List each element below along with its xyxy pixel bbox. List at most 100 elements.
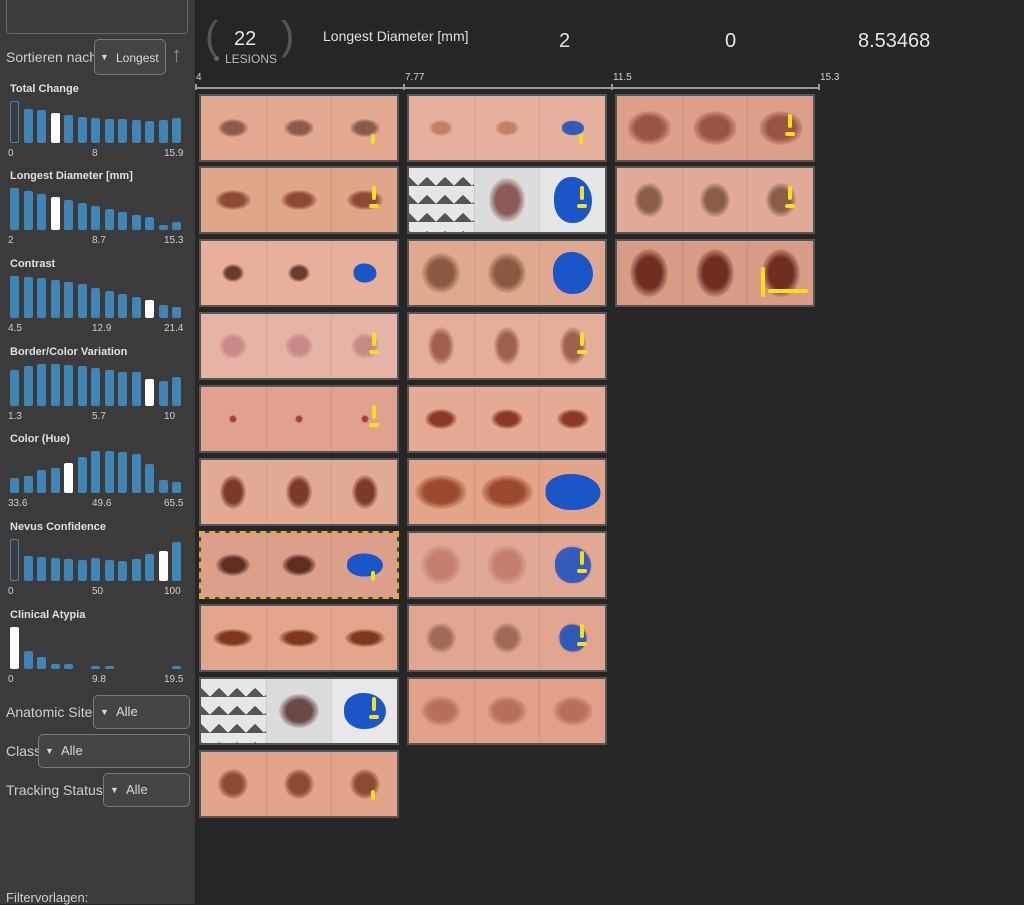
histogram-bar[interactable] — [104, 119, 114, 143]
histogram-bar[interactable] — [37, 657, 46, 669]
lesion-card[interactable] — [199, 458, 399, 526]
histogram-bar[interactable] — [104, 451, 114, 493]
histogram-bar[interactable] — [145, 217, 154, 230]
lesion-card[interactable] — [199, 312, 399, 380]
histogram-bar[interactable] — [158, 305, 168, 318]
histogram-bar[interactable] — [172, 482, 181, 493]
lesion-card[interactable] — [407, 604, 607, 672]
histogram-bars[interactable] — [10, 188, 186, 230]
histogram-bar[interactable] — [37, 110, 46, 143]
lesion-card[interactable] — [199, 531, 399, 599]
lesion-card[interactable] — [199, 750, 399, 818]
lesion-card[interactable] — [407, 458, 607, 526]
histogram-bar[interactable] — [50, 558, 60, 581]
histogram[interactable]: Longest Diameter [mm] 2 8.7 15.3 — [8, 170, 190, 254]
histogram-bar[interactable] — [23, 556, 33, 581]
histogram-bar[interactable] — [91, 666, 100, 669]
histogram-bars[interactable] — [10, 364, 186, 406]
histogram-bar[interactable] — [10, 276, 19, 318]
histogram-bar[interactable] — [131, 559, 141, 581]
histogram-bar[interactable] — [50, 197, 60, 230]
histogram-bar[interactable] — [10, 539, 19, 581]
histogram-bars[interactable] — [10, 539, 186, 581]
lesion-card[interactable] — [199, 239, 399, 307]
filter-dropdown[interactable]: ▼ Alle — [38, 734, 190, 768]
histogram-bar[interactable] — [91, 288, 100, 318]
histogram-bar[interactable] — [158, 551, 168, 581]
histogram-bar[interactable] — [118, 294, 127, 318]
histogram-bar[interactable] — [23, 651, 33, 669]
lesion-card[interactable] — [199, 604, 399, 672]
histogram[interactable]: Color (Hue) 33.6 49.6 65.5 — [8, 433, 190, 517]
histogram-bar[interactable] — [23, 191, 33, 230]
histogram[interactable]: Border/Color Variation 1.3 5.7 10 — [8, 346, 190, 430]
lesion-card[interactable] — [615, 166, 815, 234]
histogram-bar[interactable] — [172, 222, 181, 230]
histogram-bar[interactable] — [37, 557, 46, 581]
histogram-bar[interactable] — [145, 379, 154, 406]
histogram-bar[interactable] — [118, 212, 127, 230]
histogram-bar[interactable] — [77, 117, 87, 143]
histogram-bar[interactable] — [77, 284, 87, 318]
histogram-bars[interactable] — [10, 451, 186, 493]
histogram-bar[interactable] — [23, 366, 33, 406]
histogram-bar[interactable] — [23, 476, 33, 493]
histogram-bar[interactable] — [145, 300, 154, 318]
histogram-bar[interactable] — [10, 627, 19, 669]
histogram-bar[interactable] — [77, 560, 87, 581]
histogram-bar[interactable] — [118, 561, 127, 581]
lesion-card[interactable] — [199, 94, 399, 162]
lesion-card[interactable] — [407, 677, 607, 745]
lesion-card[interactable] — [199, 677, 399, 745]
histogram-bar[interactable] — [104, 370, 114, 406]
histogram-bar[interactable] — [104, 291, 114, 318]
histogram-bar[interactable] — [10, 101, 19, 143]
lesion-card[interactable] — [615, 94, 815, 162]
histogram-bar[interactable] — [10, 188, 19, 230]
lesion-card[interactable] — [199, 385, 399, 453]
histogram-bar[interactable] — [145, 554, 154, 581]
histogram-bar[interactable] — [10, 370, 19, 406]
histogram-bar[interactable] — [77, 203, 87, 230]
histogram-bar[interactable] — [145, 121, 154, 143]
histogram-bar[interactable] — [50, 280, 60, 318]
histogram-bar[interactable] — [131, 120, 141, 143]
histogram[interactable]: Nevus Confidence 0 50 100 — [8, 521, 190, 605]
histogram-bar[interactable] — [50, 468, 60, 493]
histogram-bar[interactable] — [104, 560, 114, 581]
histogram-bar[interactable] — [64, 282, 73, 318]
lesion-card[interactable] — [407, 385, 607, 453]
histogram-bar[interactable] — [64, 559, 73, 581]
histogram-bar[interactable] — [37, 278, 46, 318]
histogram-bar[interactable] — [23, 109, 33, 143]
arrow-up-icon[interactable]: ↑ — [171, 42, 182, 68]
histogram-bar[interactable] — [91, 118, 100, 143]
lesion-card[interactable] — [407, 166, 607, 234]
sort-dropdown[interactable]: ▼ Longest — [94, 39, 166, 75]
histogram-bar[interactable] — [23, 277, 33, 318]
histogram-bar[interactable] — [10, 478, 19, 493]
histogram-bar[interactable] — [77, 366, 87, 406]
lesion-card[interactable] — [407, 312, 607, 380]
histogram-bar[interactable] — [131, 297, 141, 318]
histogram[interactable]: Contrast 4.5 12.9 21.4 — [8, 258, 190, 342]
histogram-bar[interactable] — [50, 113, 60, 143]
histogram-bar[interactable] — [104, 209, 114, 230]
histogram-bar[interactable] — [64, 463, 73, 493]
histogram-bar[interactable] — [104, 666, 114, 669]
histogram-bar[interactable] — [118, 372, 127, 406]
histogram-bar[interactable] — [64, 200, 73, 230]
histogram-bar[interactable] — [131, 372, 141, 406]
histogram-bar[interactable] — [172, 118, 181, 143]
histogram[interactable]: Total Change 0 8 15.9 — [8, 83, 190, 167]
histogram-bar[interactable] — [118, 119, 127, 143]
lesion-card[interactable] — [199, 166, 399, 234]
lesion-card[interactable] — [407, 531, 607, 599]
histogram-bar[interactable] — [158, 381, 168, 406]
histogram-bar[interactable] — [91, 206, 100, 230]
histogram-bar[interactable] — [158, 225, 168, 230]
histogram-bars[interactable] — [10, 276, 186, 318]
histogram-bar[interactable] — [91, 558, 100, 581]
histogram-bar[interactable] — [64, 365, 73, 406]
histogram-bar[interactable] — [77, 457, 87, 493]
